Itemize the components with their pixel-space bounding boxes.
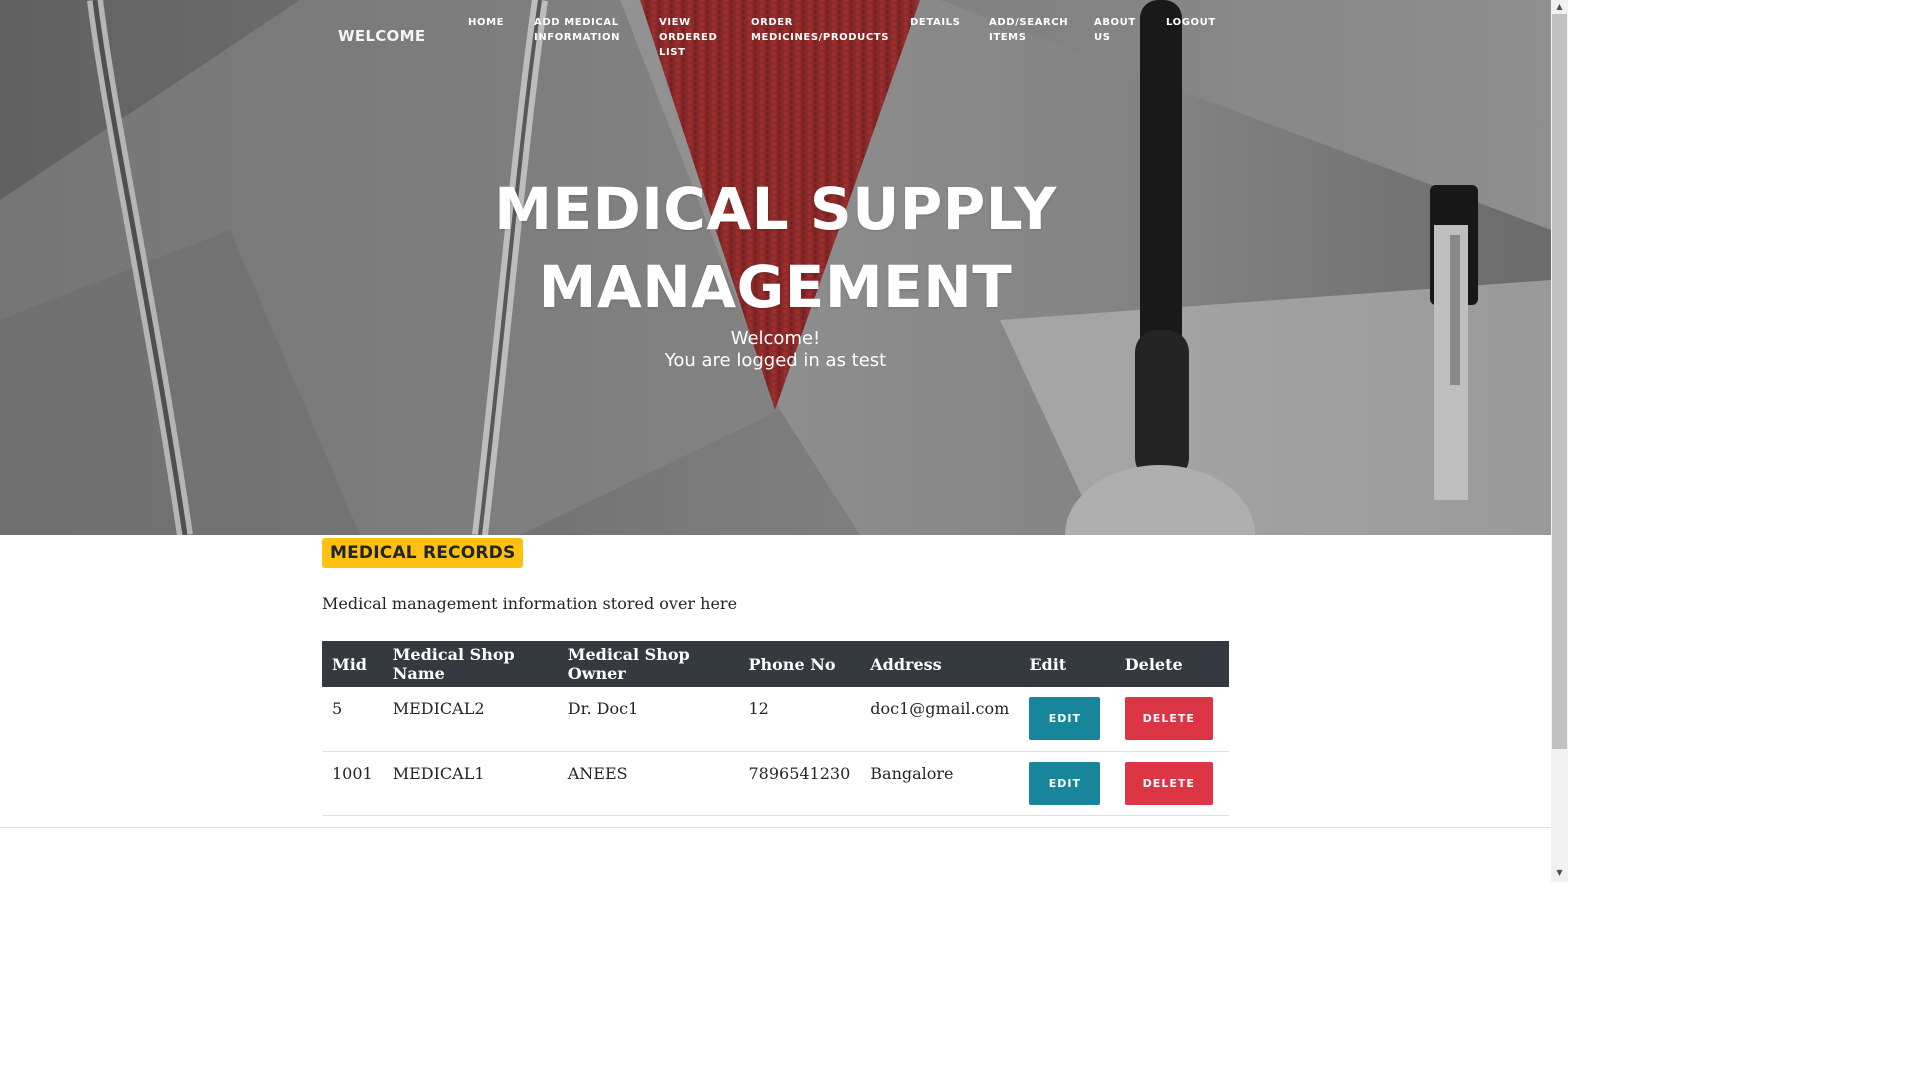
nav-label-line: LOGOUT <box>1166 17 1216 28</box>
cell-phone: 12 <box>748 699 769 718</box>
nav-home-label: HOME <box>468 17 505 28</box>
table-row: 1001 MEDICAL1 ANEES 7896541230 Bangalore… <box>322 751 1229 815</box>
nav-about-us[interactable]: ABOUT US <box>1094 15 1136 45</box>
nav-label-line: ITEMS <box>989 32 1027 43</box>
nav-label-line: MEDICINES/PRODUCTS <box>751 32 890 43</box>
delete-button[interactable]: DELETE <box>1124 697 1213 740</box>
column-header-mid: Mid <box>332 654 367 674</box>
cell-shop-name: MEDICAL1 <box>392 763 485 783</box>
column-header-address: Address <box>870 654 942 674</box>
nav-label-line: ORDERED <box>659 32 718 43</box>
nav-view-ordered-list[interactable]: VIEW ORDERED LIST <box>659 15 717 60</box>
nav-label-line: DETAILS <box>910 17 961 28</box>
hero-title: MEDICAL SUPPLY MANAGEMENT <box>0 170 1551 326</box>
cell-mid: 5 <box>332 699 343 718</box>
cell-edit: EDIT <box>1019 687 1114 751</box>
cell-delete: DELETE <box>1115 751 1229 815</box>
table-header-row: Mid Medical Shop Name Medical Shop Owner… <box>322 641 1229 687</box>
cell-address: doc1@gmail.com <box>870 699 1010 718</box>
table-row: 5 MEDICAL2 Dr. Doc1 12 doc1@gmail.com ED… <box>322 687 1229 751</box>
column-header-shop-name: Medical Shop Name <box>392 645 515 683</box>
section-heading-badge: MEDICAL RECORDS <box>322 538 524 568</box>
nav-logout[interactable]: LOGOUT <box>1166 15 1216 30</box>
column-header-delete: Delete <box>1124 654 1183 674</box>
nav-add-medical-information[interactable]: ADD MEDICAL INFORMATION <box>534 15 620 45</box>
cell-shop-owner: Dr. Doc1 <box>567 699 639 718</box>
nav-label-line: ABOUT <box>1094 17 1136 28</box>
nav-order-medicines-products[interactable]: ORDER MEDICINES/PRODUCTS <box>751 15 889 45</box>
nav-label-line: INFORMATION <box>534 32 621 43</box>
nav-label-line: ADD MEDICAL <box>534 17 619 28</box>
welcome-text: Welcome! <box>730 328 821 349</box>
nav-label-line: ORDER <box>751 17 794 28</box>
nav-label-line: VIEW <box>659 17 691 28</box>
scroll-up-arrow-icon[interactable]: ▲ <box>1554 2 1565 11</box>
navbar-brand[interactable]: WELCOME <box>338 27 425 45</box>
cell-delete: DELETE <box>1115 687 1229 751</box>
nav-details[interactable]: DETAILS <box>910 15 960 30</box>
column-header-shop-owner: Medical Shop Owner <box>567 645 690 683</box>
scrollbar-thumb[interactable] <box>1552 14 1567 749</box>
hero-title-line1: MEDICAL SUPPLY <box>494 175 1057 243</box>
hero-title-line2: MANAGEMENT <box>538 253 1013 321</box>
cell-phone: 7896541230 <box>748 763 851 783</box>
hero-subtitle: Welcome! You are logged in as test <box>0 328 1551 372</box>
edit-button[interactable]: EDIT <box>1029 761 1101 805</box>
scroll-down-arrow-icon[interactable]: ▼ <box>1554 868 1565 877</box>
nav-home[interactable]: HOME <box>468 15 504 30</box>
column-header-phone: Phone No <box>748 654 836 674</box>
cell-address: Bangalore <box>870 763 954 783</box>
cell-shop-name: MEDICAL2 <box>392 699 485 718</box>
medical-records-table: Mid Medical Shop Name Medical Shop Owner… <box>322 641 1229 816</box>
nav-label-line: ADD/SEARCH <box>989 17 1069 28</box>
edit-button[interactable]: EDIT <box>1029 697 1101 740</box>
cell-mid: 1001 <box>332 763 373 783</box>
column-header-edit: Edit <box>1029 654 1067 674</box>
nav-label-line: LIST <box>659 47 686 58</box>
cell-shop-owner: ANEES <box>567 763 628 783</box>
page-divider <box>0 827 1551 828</box>
nav-label-line: US <box>1094 32 1111 43</box>
logged-in-text: You are logged in as test <box>664 350 887 371</box>
section-description: Medical management information stored ov… <box>322 594 738 613</box>
cell-edit: EDIT <box>1019 751 1114 815</box>
nav-add-search-items[interactable]: ADD/SEARCH ITEMS <box>989 15 1068 45</box>
delete-button[interactable]: DELETE <box>1124 761 1213 805</box>
